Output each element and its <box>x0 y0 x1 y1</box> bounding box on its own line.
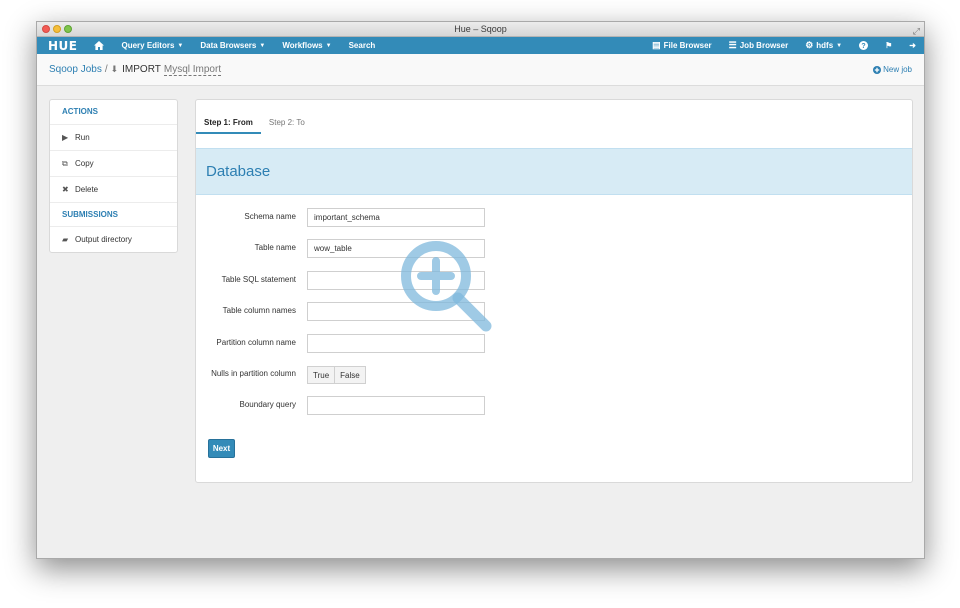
chevron-down-icon: ▼ <box>836 42 843 49</box>
actions-header: ACTIONS <box>62 107 98 116</box>
wizard-card: Step 1: From Step 2: To Database Schema … <box>195 99 913 483</box>
window-title: Hue – Sqoop <box>454 24 507 34</box>
boundary-query-label: Boundary query <box>239 400 296 409</box>
table-sql-label: Table SQL statement <box>221 275 296 284</box>
window-controls <box>42 25 72 33</box>
nav-job-browser[interactable]: ☰ Job Browser <box>729 40 789 51</box>
nav-search-label: Search <box>348 41 376 50</box>
breadcrumb-job-name[interactable]: Mysql Import <box>163 64 222 76</box>
question-icon[interactable]: ? <box>859 41 869 50</box>
tab-step-2-to[interactable]: Step 2: To <box>261 110 313 134</box>
close-window-button[interactable] <box>42 25 50 33</box>
section-banner: Database <box>196 148 912 195</box>
nav-query-editors-label: Query Editors <box>121 41 175 50</box>
sidebar-item-delete[interactable]: ✖ Delete <box>50 176 177 202</box>
form-row-nulls: Nulls in partition column True False <box>196 365 912 384</box>
file-icon: ▤ <box>652 40 661 50</box>
folder-open-icon: ▰ <box>62 235 69 244</box>
nav-query-editors[interactable]: Query Editors ▼ <box>121 41 183 50</box>
sidebar-item-label: Output directory <box>75 235 132 244</box>
nav-workflows-label: Workflows <box>282 41 323 50</box>
flag-icon[interactable]: ⚑ <box>885 41 892 50</box>
copy-icon: ⧉ <box>62 158 68 168</box>
breadcrumb-job-type: IMPORT <box>122 64 161 75</box>
table-name-label: Table name <box>254 243 296 252</box>
nav-search[interactable]: Search <box>349 41 376 50</box>
nav-user-label: hdfs <box>816 41 834 50</box>
app-window: Hue – Sqoop ⤢ HUE Query Editors ▼ Data B… <box>36 21 925 559</box>
table-columns-label: Table column names <box>222 306 296 315</box>
chevron-down-icon: ▼ <box>325 42 332 49</box>
sidebar-item-copy[interactable]: ⧉ Copy <box>50 150 177 176</box>
nav-data-browsers-label: Data Browsers <box>200 41 257 50</box>
nav-data-browsers[interactable]: Data Browsers ▼ <box>200 41 265 50</box>
next-button[interactable]: Next <box>208 439 235 458</box>
zoom-window-button[interactable] <box>64 25 72 33</box>
sidebar-item-label: Delete <box>75 185 99 194</box>
sign-out-icon[interactable]: ➜ <box>909 41 916 50</box>
boundary-query-input[interactable] <box>307 396 485 415</box>
top-navbar: HUE Query Editors ▼ Data Browsers ▼ Work… <box>37 37 924 54</box>
svg-text:?: ? <box>861 43 865 50</box>
table-sql-input[interactable] <box>307 271 485 290</box>
breadcrumb-sqoop-jobs[interactable]: Sqoop Jobs <box>49 64 102 75</box>
nav-file-browser[interactable]: ▤ File Browser <box>652 40 712 51</box>
sidebar-item-label: Run <box>75 133 90 142</box>
table-columns-input[interactable] <box>307 302 485 321</box>
play-icon: ▶ <box>62 133 69 142</box>
sidebar-item-label: Copy <box>75 159 94 168</box>
nulls-true-button[interactable]: True <box>307 366 336 384</box>
sidebar-item-run[interactable]: ▶ Run <box>50 124 177 150</box>
partition-column-input[interactable] <box>307 334 485 353</box>
new-job-label: New job <box>883 65 912 74</box>
schema-name-input[interactable] <box>307 208 485 227</box>
breadcrumb-separator: / <box>104 64 108 75</box>
nulls-toggle-group: True False <box>307 366 366 384</box>
chevron-down-icon: ▼ <box>259 42 266 49</box>
tab-step-1-from[interactable]: Step 1: From <box>196 110 261 134</box>
sidebar: ACTIONS ▶ Run ⧉ Copy ✖ Delete SUBMISSION… <box>49 99 178 253</box>
form-row-table-sql: Table SQL statement <box>196 271 912 290</box>
nav-user-menu[interactable]: ⚙ hdfs ▼ <box>805 40 842 51</box>
form-row-schema-name: Schema name <box>196 208 912 227</box>
form-row-table-name: Table name <box>196 239 912 258</box>
breadcrumb: Sqoop Jobs / ⬇ IMPORT Mysql Import New j… <box>37 54 924 86</box>
section-title: Database <box>206 163 271 180</box>
new-job-link[interactable]: New job <box>873 65 912 74</box>
plus-circle-icon <box>873 65 882 74</box>
form-row-table-columns: Table column names <box>196 302 912 321</box>
submissions-header: SUBMISSIONS <box>50 202 177 226</box>
wizard-steps: Step 1: From Step 2: To <box>196 110 313 134</box>
form-row-boundary-query: Boundary query <box>196 396 912 415</box>
schema-name-label: Schema name <box>244 212 296 221</box>
nav-file-browser-label: File Browser <box>663 41 712 50</box>
nav-job-browser-label: Job Browser <box>739 41 789 50</box>
form-row-partition-column: Partition column name <box>196 334 912 353</box>
minimize-window-button[interactable] <box>53 25 61 33</box>
download-icon: ⬇ <box>110 64 119 74</box>
home-icon[interactable] <box>94 41 105 50</box>
hue-logo[interactable]: HUE <box>48 39 77 53</box>
nulls-false-button[interactable]: False <box>335 366 366 384</box>
gears-icon: ⚙ <box>805 40 814 50</box>
nulls-label: Nulls in partition column <box>211 369 296 378</box>
list-icon: ☰ <box>728 40 737 50</box>
partition-column-label: Partition column name <box>216 338 296 347</box>
remove-icon: ✖ <box>62 185 69 194</box>
title-bar: Hue – Sqoop ⤢ <box>37 22 924 37</box>
nav-workflows[interactable]: Workflows ▼ <box>282 41 331 50</box>
chevron-down-icon: ▼ <box>177 42 184 49</box>
table-name-input[interactable] <box>307 239 485 258</box>
sidebar-item-output-directory[interactable]: ▰ Output directory <box>50 226 177 252</box>
